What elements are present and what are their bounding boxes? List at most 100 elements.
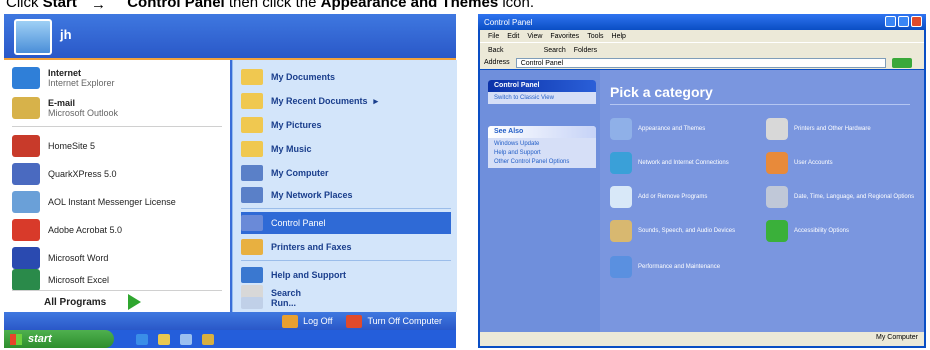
performance-icon	[610, 256, 632, 278]
start-menu-programs: Internet Internet Explorer E-mail Microsof…	[4, 60, 230, 312]
log-off-label: Log Off	[303, 316, 333, 326]
other-options-link[interactable]: Other Control Panel Options	[488, 159, 596, 168]
window-title: Control Panel	[484, 17, 533, 27]
menu-help[interactable]: Help	[612, 33, 626, 40]
user-avatar	[14, 19, 52, 55]
run-item[interactable]: Run...	[241, 296, 451, 310]
date-time-icon	[766, 186, 788, 208]
add-remove-programs-icon	[610, 186, 632, 208]
task-panel-title[interactable]: Control Panel	[488, 80, 596, 92]
internet-explorer-icon	[12, 67, 40, 89]
recent-label: Adobe Acrobat 5.0	[48, 225, 123, 235]
see-also-title[interactable]: See Also	[488, 126, 596, 138]
sounds-icon	[610, 220, 632, 242]
submenu-arrow-icon: ▸	[373, 95, 379, 106]
minimize-button[interactable]	[885, 16, 896, 27]
log-off-button[interactable]: Log Off	[282, 314, 333, 328]
category-view: Pick a category Appearance and Themes Pr…	[600, 70, 924, 332]
separator	[12, 290, 222, 291]
control-panel-icon	[241, 215, 263, 231]
music-folder-icon	[241, 141, 263, 157]
category-accessibility[interactable]: Accessibility Options	[766, 220, 916, 242]
recent-homesite[interactable]: HomeSite 5	[12, 132, 95, 160]
ie-quicklaunch-icon[interactable]	[136, 333, 148, 345]
instruction-middle: then click the	[228, 0, 317, 11]
recent-label: HomeSite 5	[48, 141, 96, 151]
category-appearance-themes[interactable]: Appearance and Themes	[610, 118, 760, 140]
start-label: start	[28, 333, 52, 345]
folders-button[interactable]: Folders	[574, 47, 597, 54]
start-button[interactable]: start	[4, 330, 114, 348]
category-label: Performance and Maintenance	[638, 264, 721, 270]
category-add-remove-programs[interactable]: Add or Remove Programs	[610, 186, 760, 208]
all-programs-label: All Programs	[44, 296, 107, 308]
power-icon	[346, 314, 363, 328]
recent-label: QuarkXPress 5.0	[48, 169, 117, 179]
menu-edit[interactable]: Edit	[507, 33, 519, 40]
place-label: My Computer	[271, 168, 329, 178]
maximize-button[interactable]	[898, 16, 909, 27]
app-quicklaunch-icon[interactable]	[202, 333, 214, 345]
menu-tools[interactable]: Tools	[587, 33, 603, 40]
category-network-connections[interactable]: Network and Internet Connections	[610, 152, 760, 174]
computer-icon	[241, 165, 263, 181]
recent-quarkxpress[interactable]: QuarkXPress 5.0	[12, 160, 117, 188]
help-support-link[interactable]: Help and Support	[488, 150, 596, 159]
control-panel-item[interactable]: Control Panel	[241, 212, 451, 234]
place-label: My Pictures	[271, 120, 322, 130]
menu-favorites[interactable]: Favorites	[550, 33, 579, 40]
my-recent-documents-item[interactable]: My Recent Documents ▸	[241, 90, 451, 112]
recent-acrobat[interactable]: Adobe Acrobat 5.0	[12, 216, 122, 244]
instruction-start: Start	[42, 0, 77, 11]
switch-classic-view-link[interactable]: Switch to Classic View	[488, 92, 596, 104]
category-user-accounts[interactable]: User Accounts	[766, 152, 916, 174]
category-printers-hardware[interactable]: Printers and Other Hardware	[766, 118, 916, 140]
instruction-prefix: Click	[6, 0, 39, 11]
category-sounds[interactable]: Sounds, Speech, and Audio Devices	[610, 220, 760, 242]
quarkxpress-icon	[12, 163, 40, 185]
address-bar: Address Control Panel	[480, 56, 924, 69]
explorer-quicklaunch-icon[interactable]	[158, 333, 170, 345]
menu-file[interactable]: File	[488, 33, 499, 40]
go-button[interactable]	[891, 57, 912, 68]
my-network-places-item[interactable]: My Network Places	[241, 184, 451, 206]
help-icon	[241, 267, 263, 283]
pick-category-heading: Pick a category	[610, 84, 713, 100]
toolbar: Back Search Folders	[480, 42, 924, 57]
recent-aim[interactable]: AOL Instant Messenger License	[12, 188, 178, 216]
address-input[interactable]: Control Panel	[515, 57, 886, 68]
pinned-email[interactable]: E-mail Microsoft Outlook	[12, 94, 118, 122]
title-bar: Control Panel	[478, 14, 926, 30]
my-pictures-item[interactable]: My Pictures	[241, 114, 451, 136]
all-programs-button[interactable]: All Programs	[44, 292, 214, 312]
desktop-quicklaunch-icon[interactable]	[180, 333, 192, 345]
category-label: Date, Time, Language, and Regional Optio…	[794, 194, 915, 200]
pinned-title: E-mail	[48, 98, 76, 108]
windows-update-link[interactable]: Windows Update	[488, 138, 596, 150]
close-button[interactable]	[911, 16, 922, 27]
place-label: My Documents	[271, 72, 336, 82]
separator	[241, 208, 451, 209]
see-also-panel: See Also Windows Update Help and Support…	[488, 126, 596, 168]
my-documents-item[interactable]: My Documents	[241, 66, 451, 88]
printers-faxes-item[interactable]: Printers and Faxes	[241, 236, 451, 258]
appearance-themes-icon	[610, 118, 632, 140]
search-button[interactable]: Search	[544, 47, 566, 54]
run-icon	[241, 297, 263, 309]
category-performance[interactable]: Performance and Maintenance	[610, 256, 760, 278]
menu-view[interactable]: View	[527, 33, 542, 40]
excel-icon	[12, 269, 40, 291]
my-music-item[interactable]: My Music	[241, 138, 451, 160]
place-label: My Recent Documents	[271, 96, 368, 106]
pictures-folder-icon	[241, 117, 263, 133]
instruction-text: Click Start → Control Panel then click t…	[0, 0, 930, 14]
pinned-internet[interactable]: Internet Internet Explorer	[12, 64, 115, 92]
my-computer-item[interactable]: My Computer	[241, 162, 451, 184]
turn-off-button[interactable]: Turn Off Computer	[346, 314, 442, 328]
separator	[241, 260, 451, 261]
place-label: Control Panel	[271, 218, 326, 228]
back-button[interactable]: Back	[488, 47, 504, 54]
windows-flag-icon	[10, 333, 22, 345]
pinned-subtitle: Internet Explorer	[48, 78, 115, 88]
category-date-time[interactable]: Date, Time, Language, and Regional Optio…	[766, 186, 916, 208]
